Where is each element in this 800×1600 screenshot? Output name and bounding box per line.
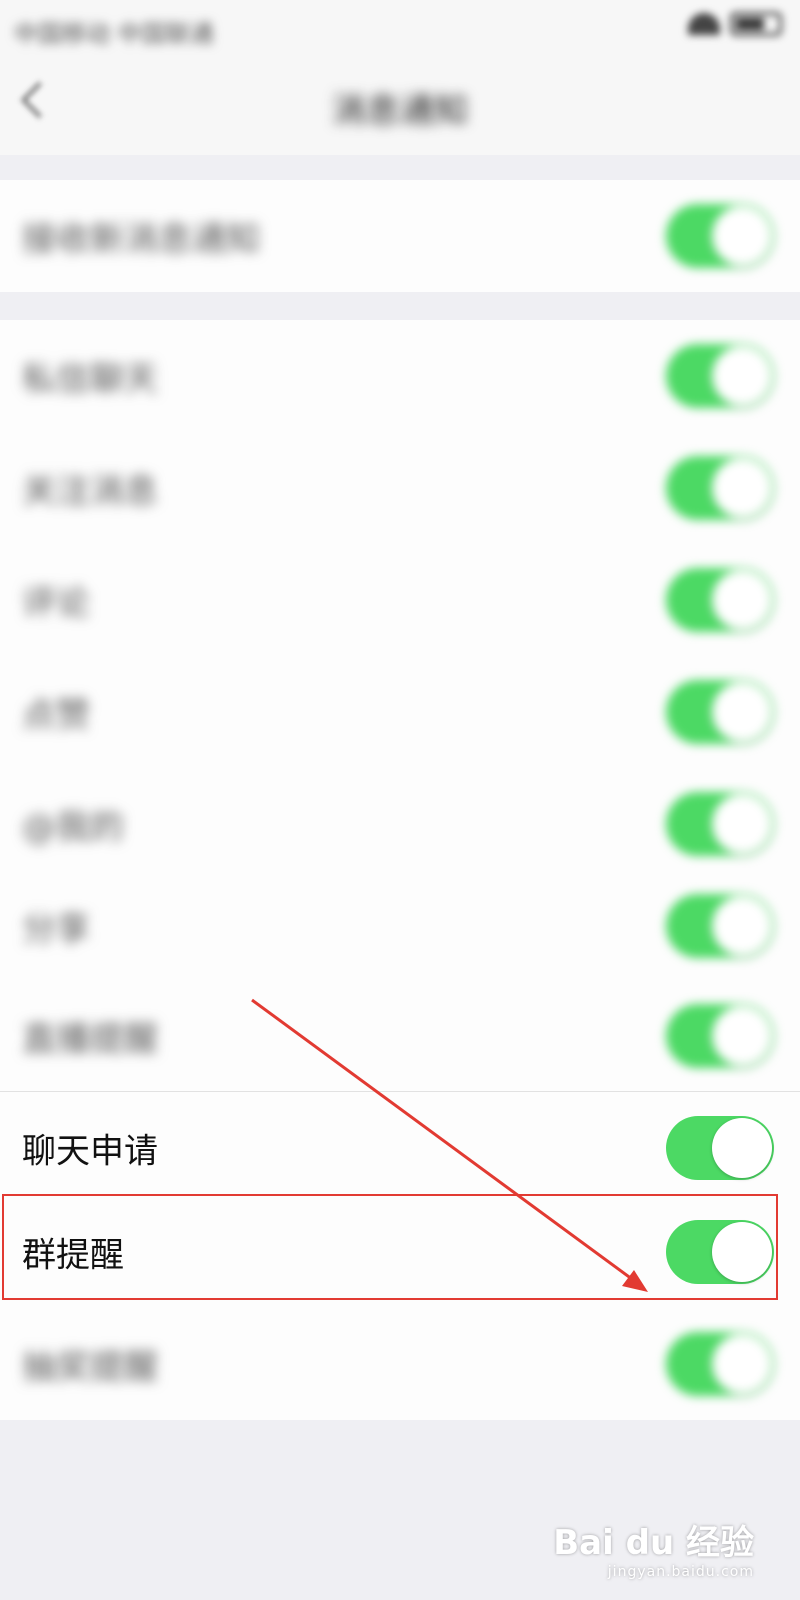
setting-row: 直播提醒 [0,980,800,1092]
wifi-icon [688,13,720,35]
setting-label: @我的 [22,807,124,848]
toggle-switch[interactable] [666,456,774,520]
toggle-knob [712,1334,772,1394]
highlight-box [2,1194,778,1300]
toggle-switch[interactable] [666,1116,774,1180]
setting-row: 抽奖提醒 [0,1308,800,1420]
watermark-logo: Bai du 经验 [553,1523,754,1563]
toggle-knob [712,1118,772,1178]
toggle-switch[interactable] [666,1332,774,1396]
toggle-knob [712,896,772,956]
toggle-knob [712,570,772,630]
battery-icon [730,12,782,36]
toggle-switch[interactable] [666,1004,774,1068]
toggle-switch[interactable] [666,792,774,856]
watermark: Bai du 经验 jingyan.baidu.com [553,1515,754,1580]
setting-label: 抽奖提醒 [22,1347,158,1388]
nav-bar: 消息通知 [0,55,800,155]
toggle-knob [712,458,772,518]
toggle-switch[interactable] [666,568,774,632]
setting-label: 评论 [22,583,90,624]
setting-row: 私信聊天 [0,320,800,432]
setting-row: 评论 [0,544,800,656]
toggle-knob [712,794,772,854]
setting-row-chat-request: 聊天申请 [0,1092,800,1204]
page-title: 消息通知 [332,91,468,131]
setting-label: 私信聊天 [22,359,158,400]
status-icons [688,12,782,36]
setting-label: 直播提醒 [22,1019,158,1060]
setting-row: 点赞 [0,656,800,768]
toggle-knob [712,346,772,406]
toggle-knob [712,206,772,266]
watermark-url: jingyan.baidu.com [607,1564,754,1580]
setting-label: 点赞 [22,695,90,736]
setting-row-new-message: 接收新消息通知 [0,180,800,292]
toggle-knob [712,1006,772,1066]
status-bar: 中国移动 中国联通 [0,0,800,55]
toggle-switch[interactable] [666,894,774,958]
toggle-knob [712,682,772,742]
setting-row: 分享 [0,870,800,982]
toggle-switch[interactable] [666,680,774,744]
setting-row: 关注消息 [0,432,800,544]
setting-row: @我的 [0,768,800,880]
setting-label: 关注消息 [22,471,158,512]
carrier-text: 中国移动 中国联通 [14,20,214,48]
toggle-switch[interactable] [666,204,774,268]
setting-label: 聊天申请 [22,1131,158,1172]
setting-label: 分享 [22,909,90,950]
toggle-switch[interactable] [666,344,774,408]
setting-label: 接收新消息通知 [22,219,260,260]
